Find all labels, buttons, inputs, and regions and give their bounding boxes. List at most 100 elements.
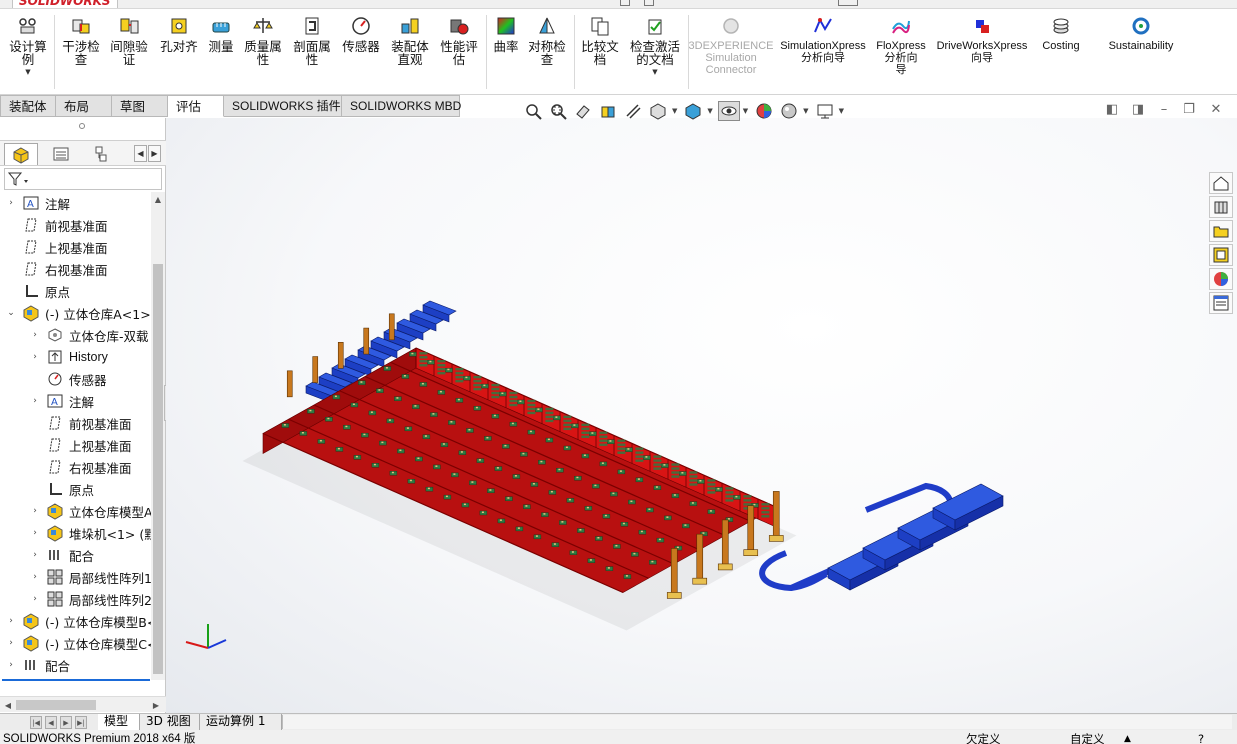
tree-item[interactable]: 传感器 (0, 368, 151, 390)
mass-properties-button[interactable]: 质量属 性 (240, 11, 286, 93)
help-icon[interactable]: ? (1198, 730, 1204, 744)
quick-access-icon[interactable] (838, 0, 858, 6)
chevron-down-icon[interactable]: ▼ (839, 107, 844, 115)
graphics-area[interactable] (166, 118, 1237, 713)
design-study-button[interactable]: 设计算 例 ▼ (4, 11, 52, 93)
viewport-left-icon[interactable]: ◧ (1104, 101, 1120, 117)
expand-icon[interactable]: › (6, 660, 16, 670)
tab-solidworks-addins[interactable]: SOLIDWORKS 插件 (224, 95, 342, 117)
expand-icon[interactable]: › (30, 352, 40, 362)
sensor-button[interactable]: 传感器 (338, 11, 384, 93)
units-dropdown-icon[interactable]: ▲ (1124, 730, 1131, 744)
interference-detection-button[interactable]: 干涉检 查 (58, 11, 104, 93)
close-icon[interactable]: ✕ (1208, 101, 1224, 117)
tab-evaluate[interactable]: 评估 (168, 95, 224, 117)
zoom-to-area-icon[interactable] (547, 101, 569, 121)
chevron-down-icon[interactable]: ▼ (707, 107, 712, 115)
restore-icon[interactable]: ❐ (1181, 101, 1197, 117)
tree-item[interactable]: 原点 (0, 478, 151, 500)
chevron-down-icon[interactable]: ▼ (803, 107, 808, 115)
scrollbar-thumb[interactable] (16, 700, 96, 710)
tree-item[interactable]: › A 注解 (0, 390, 151, 412)
tab-model[interactable]: 模型 (98, 714, 140, 730)
apply-scene-icon[interactable] (778, 101, 800, 121)
viewport-right-icon[interactable]: ◨ (1130, 101, 1146, 117)
configuration-manager-tab-icon[interactable] (84, 143, 118, 165)
design-library-icon[interactable] (1209, 196, 1233, 218)
tree-item[interactable]: 右视基准面 (0, 456, 151, 478)
chevron-down-icon[interactable]: ▼ (743, 107, 748, 115)
expand-icon[interactable]: › (6, 616, 16, 626)
minimize-icon[interactable]: – (1156, 101, 1172, 117)
floxpress-button[interactable]: FloXpress 分析向 导 (874, 11, 928, 93)
clearance-verification-button[interactable]: 间隙验 证 (106, 11, 152, 93)
view-orientation-icon[interactable] (647, 101, 669, 121)
edit-appearance-icon[interactable] (753, 101, 775, 121)
units-custom[interactable]: 自定义 (1070, 730, 1105, 744)
view-settings-icon[interactable] (814, 101, 836, 121)
rollback-bar[interactable] (2, 679, 150, 681)
tree-vertical-scrollbar[interactable]: ▲ (151, 192, 165, 680)
tree-item[interactable]: 前视基准面 (0, 412, 151, 434)
hole-alignment-button[interactable]: 孔对齐 (156, 11, 202, 93)
previous-view-icon[interactable] (572, 101, 594, 121)
next-tab-icon[interactable]: ▶ (60, 716, 72, 729)
tab-assembly[interactable]: 装配体 (0, 95, 56, 117)
chevron-down-icon[interactable]: ▼ (672, 107, 677, 115)
expand-icon[interactable]: › (30, 550, 40, 560)
expand-icon[interactable]: ⌄ (6, 308, 16, 318)
assembly-visualization-button[interactable]: 装配体 直观 (386, 11, 434, 93)
tree-item[interactable]: 前视基准面 (0, 214, 151, 236)
tree-item[interactable]: › 立体仓库模型A (0, 500, 151, 522)
prev-tab-icon[interactable]: ◀ (45, 716, 57, 729)
feature-manager-tab-icon[interactable] (4, 143, 38, 165)
chevron-down-icon[interactable]: ▼ (25, 68, 30, 76)
last-tab-icon[interactable]: ▶| (75, 716, 87, 729)
tree-item[interactable]: › (-) 立体仓库模型B< (0, 610, 151, 632)
hide-show-items-icon[interactable] (717, 101, 740, 121)
appearances-scenes-icon[interactable] (1209, 268, 1233, 290)
section-properties-button[interactable]: 剖面属 性 (288, 11, 336, 93)
solidworks-logo[interactable]: SOLIDWORKS (12, 0, 118, 8)
tree-item[interactable]: › History (0, 346, 151, 368)
zoom-to-fit-icon[interactable] (522, 101, 544, 121)
tree-item[interactable]: 右视基准面 (0, 258, 151, 280)
display-style-icon[interactable] (682, 101, 704, 121)
custom-properties-icon[interactable] (1209, 292, 1233, 314)
expand-icon[interactable]: › (30, 506, 40, 516)
tree-filter[interactable] (4, 168, 162, 190)
measure-button[interactable]: 测量 (204, 11, 238, 93)
sustainability-button[interactable]: Sustainability (1096, 11, 1186, 93)
tab-solidworks-mbd[interactable]: SOLIDWORKS MBD (342, 95, 461, 117)
driveworksxpress-button[interactable]: DriveWorksXpress 向导 (932, 11, 1032, 93)
expand-icon[interactable]: › (30, 528, 40, 538)
tree-item[interactable]: › 局部线性阵列1 (0, 566, 151, 588)
check-active-document-button[interactable]: 检查激活 的文档 ▼ (624, 11, 686, 93)
tab-motion-study[interactable]: 运动算例 1 (200, 714, 282, 730)
tree-item[interactable]: 上视基准面 (0, 236, 151, 258)
quick-access-icon[interactable] (620, 0, 630, 6)
expand-icon[interactable]: › (30, 594, 40, 604)
tab-scroll-left-icon[interactable]: ◀ (134, 145, 147, 162)
performance-evaluation-button[interactable]: 性能评 估 (436, 11, 482, 93)
tree-horizontal-scrollbar[interactable]: ◀ ▶ (0, 696, 166, 712)
tab-scroll-right-icon[interactable]: ▶ (148, 145, 161, 162)
tree-item[interactable]: 上视基准面 (0, 434, 151, 456)
tree-item[interactable]: › A 注解 (0, 192, 151, 214)
dynamic-annotation-icon[interactable] (622, 101, 644, 121)
tree-item[interactable]: ⌄ (-) 立体仓库A<1> (0, 302, 151, 324)
tree-item[interactable]: › (-) 立体仓库模型C< (0, 632, 151, 654)
first-tab-icon[interactable]: |◀ (30, 716, 42, 729)
scroll-right-icon[interactable]: ▶ (150, 698, 162, 712)
tree-item[interactable]: › 配合 (0, 544, 151, 566)
section-view-icon[interactable] (597, 101, 619, 121)
tree-item[interactable]: › 堆垛机<1> (默 (0, 522, 151, 544)
costing-button[interactable]: Costing (1034, 11, 1088, 93)
view-palette-icon[interactable] (1209, 244, 1233, 266)
curvature-button[interactable]: 曲率 (490, 11, 522, 93)
scroll-left-icon[interactable]: ◀ (2, 698, 14, 712)
tree-item[interactable]: › 配合 (0, 654, 151, 676)
tree-item[interactable]: 原点 (0, 280, 151, 302)
warehouse-3d-model[interactable] (166, 118, 1237, 713)
chevron-down-icon[interactable]: ▼ (652, 68, 657, 76)
